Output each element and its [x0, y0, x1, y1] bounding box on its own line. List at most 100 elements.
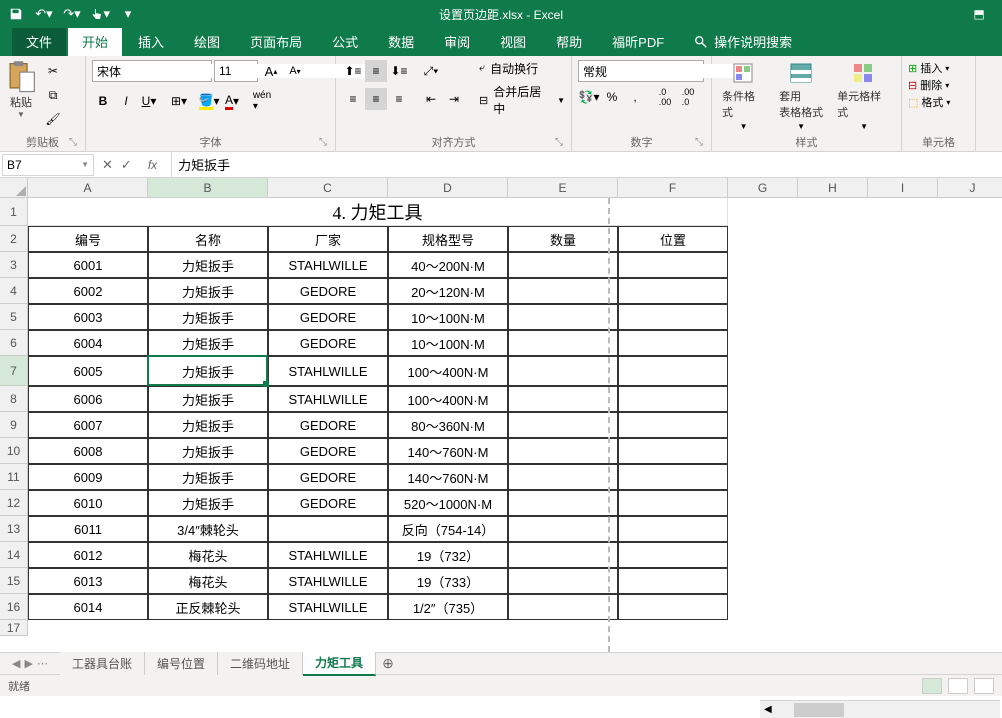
cancel-icon[interactable]: ✕ [102, 157, 113, 173]
fill-color-icon[interactable]: 🪣▾ [198, 90, 220, 112]
cell[interactable]: 19（732） [388, 542, 508, 568]
cell[interactable]: 力矩扳手 [148, 490, 268, 516]
col-header-B[interactable]: B [148, 178, 268, 198]
cell[interactable]: 正反棘轮头 [148, 594, 268, 620]
number-format-combo[interactable]: ▼ [578, 60, 704, 82]
cell[interactable]: 力矩扳手 [148, 278, 268, 304]
tab-pdf[interactable]: 福昕PDF [598, 27, 678, 56]
cell[interactable] [618, 252, 728, 278]
cell[interactable]: 6010 [28, 490, 148, 516]
name-box[interactable]: B7▼ [2, 154, 94, 176]
cell[interactable]: 编号 [28, 226, 148, 252]
sheet-nav-last-icon[interactable]: ▶ [24, 657, 32, 670]
comma-icon[interactable]: , [624, 86, 646, 108]
format-table-button[interactable]: 套用 表格格式▼ [775, 60, 827, 133]
sheet-tab-1[interactable]: 工器具台账 [60, 652, 145, 675]
sheet-tab-4[interactable]: 力矩工具 [303, 651, 376, 676]
bold-icon[interactable]: B [92, 90, 114, 112]
cell[interactable]: 100～400N·M [388, 386, 508, 412]
align-center-icon[interactable]: ≡ [365, 88, 387, 110]
cell[interactable]: 6001 [28, 252, 148, 278]
cell[interactable]: 10～100N·M [388, 304, 508, 330]
tab-help[interactable]: 帮助 [542, 27, 596, 56]
sheet-tab-2[interactable]: 编号位置 [145, 652, 218, 675]
cell[interactable]: 4. 力矩工具 [28, 198, 728, 226]
cell[interactable]: 20～120N·M [388, 278, 508, 304]
qat-customize-icon[interactable]: ▾ [118, 4, 138, 24]
cell[interactable]: GEDORE [268, 412, 388, 438]
row-header-4[interactable]: 4 [0, 278, 28, 304]
paste-button[interactable]: 粘贴 ▼ [6, 60, 36, 119]
align-middle-icon[interactable]: ≡ [365, 60, 387, 82]
col-header-H[interactable]: H [798, 178, 868, 198]
wrap-text-button[interactable]: ⤶自动换行 [479, 60, 565, 77]
conditional-format-button[interactable]: 条件格式▼ [718, 60, 769, 133]
redo-icon[interactable]: ↷▾ [62, 4, 82, 24]
cell[interactable]: 6008 [28, 438, 148, 464]
cell[interactable]: 力矩扳手 [148, 412, 268, 438]
cell[interactable]: 6003 [28, 304, 148, 330]
ribbon-options-icon[interactable]: ⬒ [956, 0, 1002, 28]
cell[interactable]: STAHLWILLE [268, 542, 388, 568]
cell[interactable] [618, 386, 728, 412]
cell[interactable]: 力矩扳手 [148, 356, 268, 386]
cell[interactable] [508, 568, 618, 594]
sheet-tab-3[interactable]: 二维码地址 [218, 652, 303, 675]
cell[interactable]: 19（733） [388, 568, 508, 594]
cell[interactable] [508, 594, 618, 620]
merge-center-button[interactable]: ⊟合并后居中▼ [479, 83, 565, 117]
cell[interactable]: 力矩扳手 [148, 464, 268, 490]
col-header-A[interactable]: A [28, 178, 148, 198]
cell[interactable]: 520～1000N·M [388, 490, 508, 516]
row-header-6[interactable]: 6 [0, 330, 28, 356]
accounting-format-icon[interactable]: 💱▾ [578, 86, 600, 108]
cut-icon[interactable]: ✂ [42, 60, 64, 82]
cell[interactable]: 反向（754-14） [388, 516, 508, 542]
increase-decimal-icon[interactable]: .0.00 [654, 86, 676, 108]
cell[interactable] [618, 330, 728, 356]
cell[interactable]: 力矩扳手 [148, 438, 268, 464]
tab-view[interactable]: 视图 [486, 27, 540, 56]
copy-icon[interactable]: ⧉ [42, 84, 64, 106]
tab-home[interactable]: 开始 [68, 27, 122, 56]
percent-icon[interactable]: % [601, 86, 623, 108]
row-header-7[interactable]: 7 [0, 356, 28, 386]
enter-icon[interactable]: ✓ [121, 157, 132, 173]
select-all-corner[interactable] [0, 178, 28, 198]
cell[interactable]: GEDORE [268, 464, 388, 490]
cell[interactable] [508, 412, 618, 438]
col-header-J[interactable]: J [938, 178, 1002, 198]
cell[interactable]: 力矩扳手 [148, 386, 268, 412]
col-header-F[interactable]: F [618, 178, 728, 198]
cell[interactable]: 力矩扳手 [148, 330, 268, 356]
align-right-icon[interactable]: ≡ [388, 88, 410, 110]
fx-icon[interactable]: fx [140, 158, 165, 172]
italic-icon[interactable]: I [115, 90, 137, 112]
cell[interactable]: 力矩扳手 [148, 304, 268, 330]
align-top-icon[interactable]: ⬆≡ [342, 60, 364, 82]
align-bottom-icon[interactable]: ⬇≡ [388, 60, 410, 82]
align-left-icon[interactable]: ≡ [342, 88, 364, 110]
formula-input[interactable] [172, 157, 1002, 172]
col-header-I[interactable]: I [868, 178, 938, 198]
decrease-decimal-icon[interactable]: .00.0 [677, 86, 699, 108]
col-header-C[interactable]: C [268, 178, 388, 198]
cell[interactable] [618, 304, 728, 330]
cell[interactable]: 6009 [28, 464, 148, 490]
cell[interactable]: 位置 [618, 226, 728, 252]
cell[interactable] [618, 464, 728, 490]
col-header-D[interactable]: D [388, 178, 508, 198]
horizontal-scrollbar[interactable]: ◀ [760, 700, 1000, 718]
cell[interactable]: STAHLWILLE [268, 356, 388, 386]
row-header-17[interactable]: 17 [0, 620, 28, 636]
font-color-icon[interactable]: A▾ [221, 90, 243, 112]
insert-cells-button[interactable]: ⊞插入▾ [908, 60, 949, 76]
cell[interactable] [508, 464, 618, 490]
cell[interactable] [508, 542, 618, 568]
cell[interactable]: STAHLWILLE [268, 568, 388, 594]
cell[interactable]: 名称 [148, 226, 268, 252]
cell[interactable]: 10～100N·M [388, 330, 508, 356]
format-painter-icon[interactable]: 🖌 [42, 108, 64, 130]
cell[interactable] [508, 356, 618, 386]
phonetic-icon[interactable]: wén▾ [251, 90, 273, 112]
